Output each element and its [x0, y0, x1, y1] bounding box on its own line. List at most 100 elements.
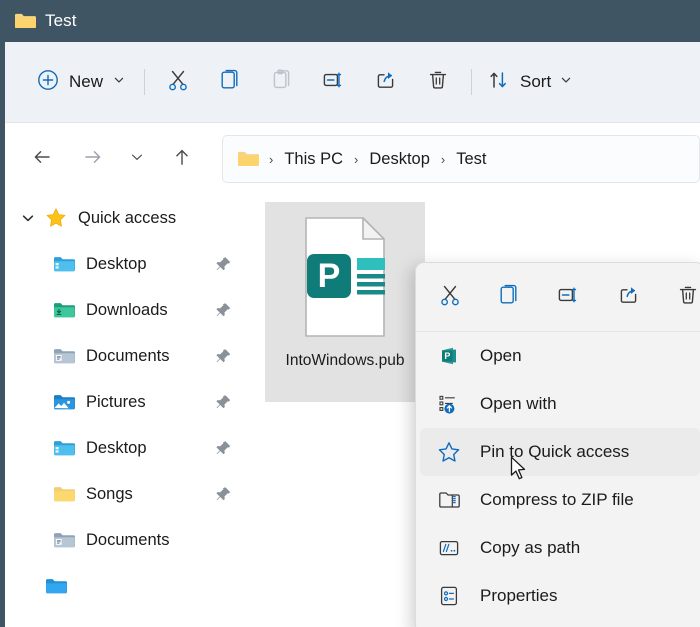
ctx-cut-button[interactable] — [434, 279, 466, 315]
ctx-menu-item-compress-to-zip[interactable]: Compress to ZIP file — [420, 476, 700, 524]
ctx-menu-item-copy-as-path[interactable]: Copy as path — [420, 524, 700, 572]
sidebar-group-quick-access[interactable]: Quick access — [5, 195, 250, 241]
rename-icon — [320, 67, 348, 98]
sort-button-label: Sort — [520, 72, 552, 91]
copy-icon — [496, 282, 522, 313]
svg-text:P: P — [444, 351, 450, 361]
clipboard-icon — [269, 67, 295, 98]
folder-pictures-icon — [51, 393, 77, 412]
folder-icon — [14, 12, 36, 30]
pin-icon[interactable] — [215, 486, 232, 503]
pin-icon[interactable] — [215, 302, 232, 319]
file-item[interactable]: P IntoWindows.pub — [265, 202, 425, 402]
ctx-menu-item-properties[interactable]: Properties — [420, 572, 700, 620]
copy-path-icon — [434, 536, 464, 560]
arrow-right-icon — [82, 146, 104, 173]
folder-icon — [237, 150, 259, 168]
breadcrumb-item-test[interactable]: Test — [450, 147, 492, 172]
rename-button[interactable] — [308, 62, 360, 102]
sidebar-item-label: Desktop — [86, 254, 147, 273]
folder-plain-icon — [51, 485, 77, 504]
trash-icon — [425, 67, 451, 98]
svg-text:P: P — [318, 257, 341, 295]
ctx-menu-item-label: Open with — [480, 394, 557, 413]
new-button-label: New — [69, 72, 104, 91]
publisher-file-icon: P — [297, 216, 393, 343]
breadcrumb-separator: › — [440, 151, 446, 167]
folder-documents-icon — [51, 347, 77, 366]
sort-arrows-icon — [487, 68, 511, 97]
window-titlebar: Test — [0, 0, 700, 42]
pin-icon[interactable] — [215, 394, 232, 411]
delete-button[interactable] — [412, 62, 464, 102]
sidebar-item-label: Songs — [86, 484, 133, 503]
file-name-label: IntoWindows.pub — [285, 352, 405, 369]
copy-button[interactable] — [204, 62, 256, 102]
ctx-share-button[interactable] — [613, 279, 645, 315]
ctx-menu-item-label: Pin to Quick access — [480, 442, 630, 461]
sidebar-item-songs[interactable]: Songs — [5, 471, 250, 517]
sidebar-item-partial[interactable] — [5, 563, 250, 609]
ctx-menu-item-label: Open — [480, 346, 522, 365]
sidebar-item-label: Pictures — [86, 392, 146, 411]
breadcrumb[interactable]: › This PC › Desktop › Test — [222, 135, 700, 183]
breadcrumb-separator: › — [269, 151, 274, 167]
sidebar-item-label: Downloads — [86, 300, 168, 319]
sidebar-item-desktop[interactable]: Desktop — [5, 241, 250, 287]
sidebar-item-label: Documents — [86, 530, 170, 549]
breadcrumb-item-desktop[interactable]: Desktop — [363, 147, 436, 172]
forward-button[interactable] — [73, 141, 113, 177]
toolbar-separator-2 — [471, 69, 473, 95]
star-icon — [43, 207, 69, 229]
chevron-down-icon — [560, 73, 572, 91]
ctx-rename-button[interactable] — [553, 279, 585, 315]
ctx-menu-item-pin-to-quick-access[interactable]: Pin to Quick access — [420, 428, 700, 476]
pin-icon[interactable] — [215, 348, 232, 365]
folder-onedrive-icon — [43, 577, 69, 596]
rename-icon — [555, 282, 583, 313]
new-button[interactable]: New — [29, 62, 137, 102]
properties-icon — [434, 584, 464, 608]
sidebar-item-documents[interactable]: Documents — [5, 333, 250, 379]
sidebar-item-documents-2[interactable]: Documents — [5, 517, 250, 563]
trash-icon — [675, 282, 700, 313]
cut-button[interactable] — [152, 62, 204, 102]
paste-button — [256, 62, 308, 102]
navigation-pane[interactable]: Quick access Desktop Downloads Documents… — [5, 195, 250, 627]
context-menu[interactable]: P Open Open with Pin to Quick access Com… — [415, 262, 700, 627]
ctx-menu-item-open-with[interactable]: Open with — [420, 380, 700, 428]
sort-button[interactable]: Sort — [479, 62, 578, 102]
address-bar: › This PC › Desktop › Test — [5, 123, 700, 195]
zip-folder-icon — [434, 488, 464, 512]
ctx-menu-item-label: Compress to ZIP file — [480, 490, 634, 509]
breadcrumb-separator: › — [354, 151, 359, 167]
plus-circle-icon — [37, 69, 59, 96]
ctx-menu-item-open[interactable]: P Open — [420, 332, 700, 380]
back-button[interactable] — [22, 141, 62, 177]
share-icon — [616, 282, 642, 313]
window-title: Test — [45, 11, 77, 30]
toolbar-separator — [144, 69, 146, 95]
share-button[interactable] — [360, 62, 412, 102]
arrow-left-icon — [31, 146, 53, 173]
folder-downloads-icon — [51, 301, 77, 320]
ctx-delete-button[interactable] — [672, 279, 700, 315]
scissors-icon — [165, 67, 191, 98]
command-toolbar: New Sort — [5, 42, 700, 123]
up-button[interactable] — [162, 141, 202, 177]
sidebar-item-pictures[interactable]: Pictures — [5, 379, 250, 425]
pin-icon[interactable] — [215, 440, 232, 457]
folder-desktop-icon — [51, 439, 77, 458]
sidebar-item-label: Documents — [86, 346, 170, 365]
share-icon — [373, 67, 399, 98]
file-explorer-window: Test New Sort › This PC › Desktop › Test… — [0, 0, 700, 627]
chevron-down-icon[interactable] — [13, 211, 43, 225]
sidebar-item-desktop-2[interactable]: Desktop — [5, 425, 250, 471]
ctx-copy-button[interactable] — [494, 279, 526, 315]
sidebar-item-downloads[interactable]: Downloads — [5, 287, 250, 333]
pin-icon[interactable] — [215, 256, 232, 273]
star-outline-icon — [434, 440, 464, 464]
recent-locations-button[interactable] — [122, 141, 152, 177]
folder-desktop-icon — [51, 255, 77, 274]
breadcrumb-item-this-pc[interactable]: This PC — [278, 147, 349, 172]
